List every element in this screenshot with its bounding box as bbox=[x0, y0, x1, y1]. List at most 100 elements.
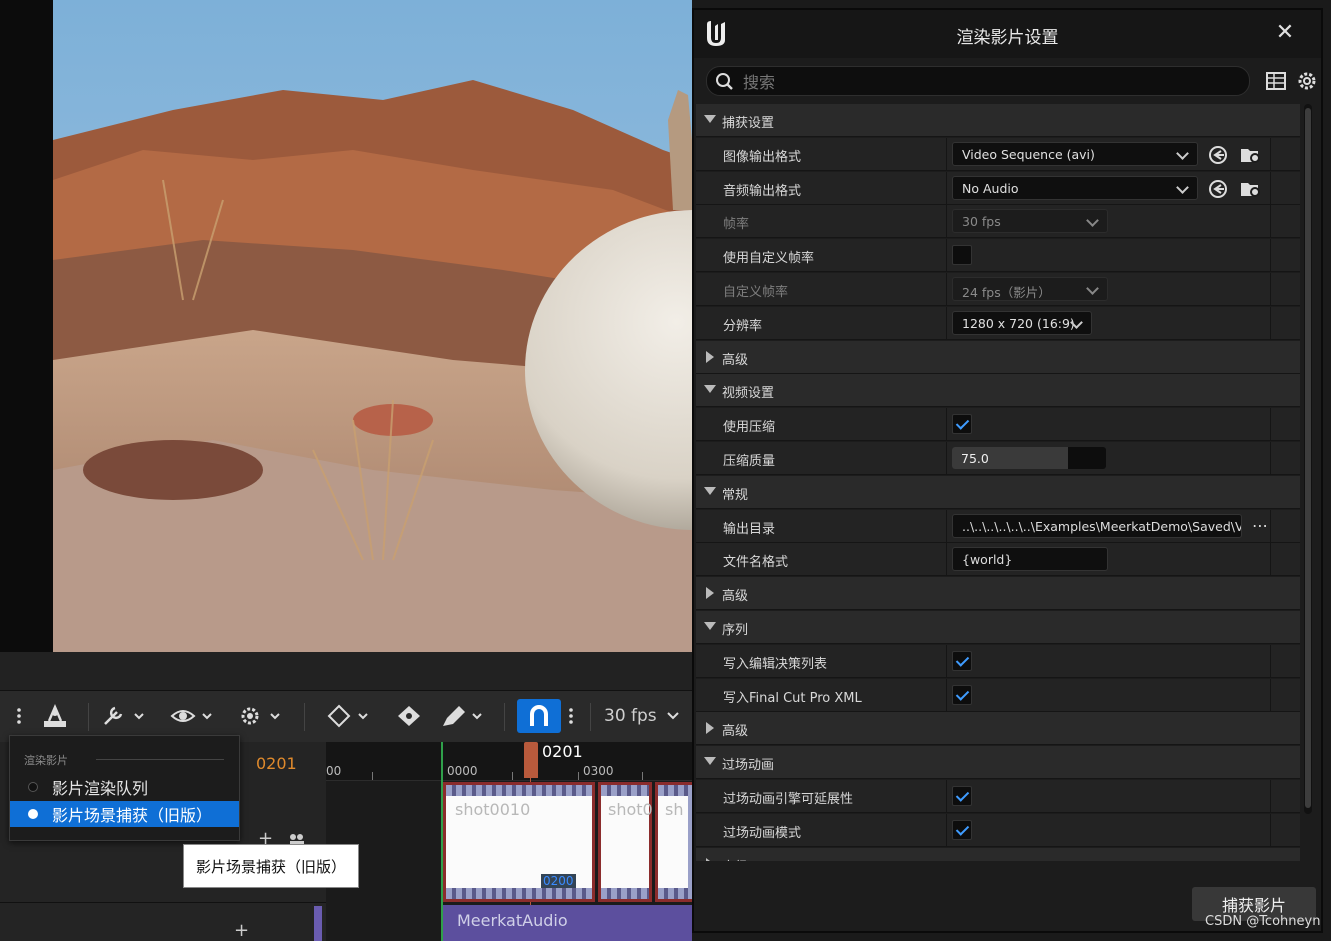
tooltip: 影片场景捕获（旧版） bbox=[183, 844, 359, 888]
ruler-label-0: 00 bbox=[326, 764, 342, 778]
property-label: 帧率 bbox=[723, 217, 750, 232]
use-selected-icon[interactable] bbox=[1208, 179, 1228, 199]
browse-more-icon[interactable]: ⋯ bbox=[1252, 517, 1268, 535]
settings-gear-icon[interactable] bbox=[236, 701, 284, 731]
category-row[interactable]: 过场动画 bbox=[696, 746, 1300, 779]
checkbox[interactable] bbox=[952, 414, 972, 434]
quality-slider[interactable]: 75.0 bbox=[952, 447, 1106, 469]
collapsed-arrow-icon[interactable] bbox=[706, 587, 714, 599]
expanded-arrow-icon[interactable] bbox=[704, 115, 716, 123]
keyframe-diamond-icon[interactable] bbox=[324, 701, 372, 731]
category-row[interactable]: 高级 bbox=[696, 848, 1300, 861]
current-frame-display[interactable]: 0201 bbox=[256, 754, 297, 773]
menu-item-render-queue[interactable]: 影片渲染队列 bbox=[10, 774, 239, 800]
category-label: 高级 bbox=[722, 589, 749, 604]
property-label: 文件名格式 bbox=[723, 555, 789, 570]
value-dropdown[interactable]: 30 fps bbox=[952, 209, 1108, 233]
category-label: 高级 bbox=[722, 353, 749, 368]
category-row[interactable]: 高级 bbox=[696, 577, 1300, 610]
browse-folder-icon[interactable] bbox=[1240, 179, 1260, 199]
audio-section[interactable]: MeerkatAudio bbox=[443, 905, 692, 941]
property-label: 使用压缩 bbox=[723, 420, 776, 435]
close-icon[interactable]: ✕ bbox=[1274, 22, 1296, 45]
property-scrollbar[interactable] bbox=[1304, 104, 1312, 814]
property-row: 文件名格式 {world} bbox=[696, 543, 1300, 576]
property-label: 写入Final Cut Pro XML bbox=[723, 691, 862, 706]
value-dropdown[interactable]: 1280 x 720 (16:9) bbox=[952, 311, 1092, 335]
render-movie-icon[interactable] bbox=[38, 701, 72, 731]
checkbox[interactable] bbox=[952, 651, 972, 671]
property-row: 自定义帧率 24 fps（影片） bbox=[696, 273, 1300, 306]
snap-options-icon[interactable] bbox=[566, 701, 576, 731]
category-row[interactable]: 常规 bbox=[696, 476, 1300, 509]
property-row: 过场动画引擎可延展性 bbox=[696, 780, 1300, 813]
category-row[interactable]: 高级 bbox=[696, 712, 1300, 745]
dialog-title-bar: 渲染影片设置 ✕ bbox=[694, 10, 1321, 58]
category-row[interactable]: 捕获设置 bbox=[696, 104, 1300, 137]
shot-section[interactable]: shot0010 0200 bbox=[443, 782, 595, 902]
expanded-arrow-icon[interactable] bbox=[704, 622, 716, 630]
visibility-eye-icon[interactable] bbox=[168, 701, 216, 731]
timeline-tracks[interactable]: 00 0000 0300 0201 shot0010 0200 shot0 sh bbox=[326, 742, 692, 941]
menu-item-scene-capture-legacy[interactable]: 影片场景捕获（旧版） bbox=[10, 801, 239, 827]
fps-dropdown[interactable]: 30 fps bbox=[604, 701, 688, 731]
category-row[interactable]: 高级 bbox=[696, 341, 1300, 374]
viewport-scene-image bbox=[53, 0, 692, 652]
text-field[interactable]: {world} bbox=[952, 547, 1108, 571]
checkbox[interactable] bbox=[952, 245, 972, 265]
category-row[interactable]: 序列 bbox=[696, 611, 1300, 644]
property-row: 音频输出格式 No Audio bbox=[696, 172, 1300, 205]
text-field-value: {world} bbox=[962, 552, 1013, 567]
snap-magnet-icon[interactable] bbox=[517, 699, 561, 733]
settings-gear-icon[interactable] bbox=[1296, 70, 1318, 92]
collapsed-arrow-icon[interactable] bbox=[706, 351, 714, 363]
property-row: 使用自定义帧率 bbox=[696, 239, 1300, 272]
browse-folder-icon[interactable] bbox=[1240, 145, 1260, 165]
key-tag-icon[interactable] bbox=[394, 701, 424, 731]
playhead-frame-label: 0201 bbox=[542, 742, 583, 761]
search-input[interactable] bbox=[741, 71, 1225, 93]
wrench-tools-icon[interactable] bbox=[100, 701, 148, 731]
property-row: 写入Final Cut Pro XML bbox=[696, 679, 1300, 712]
expanded-arrow-icon[interactable] bbox=[704, 385, 716, 393]
pencil-edit-icon[interactable] bbox=[438, 701, 486, 731]
checkbox[interactable] bbox=[952, 786, 972, 806]
search-field[interactable] bbox=[706, 66, 1250, 96]
shot-section[interactable]: shot0 bbox=[598, 782, 653, 902]
category-label: 过场动画 bbox=[722, 758, 775, 773]
property-label: 过场动画模式 bbox=[723, 826, 802, 841]
category-label: 序列 bbox=[722, 623, 749, 638]
text-field[interactable]: ..\..\..\..\..\..\Examples\MeerkatDemo\S… bbox=[952, 514, 1242, 538]
table-view-icon[interactable] bbox=[1266, 72, 1286, 90]
value-dropdown[interactable]: No Audio bbox=[952, 176, 1198, 200]
collapsed-arrow-icon[interactable] bbox=[706, 858, 714, 861]
add-audio-icon[interactable]: + bbox=[234, 922, 249, 940]
more-options-icon[interactable] bbox=[12, 701, 26, 731]
search-row bbox=[694, 58, 1321, 102]
shot-label: sh bbox=[665, 800, 684, 819]
level-viewport[interactable] bbox=[0, 0, 692, 652]
playhead[interactable] bbox=[524, 742, 538, 778]
property-label: 压缩质量 bbox=[723, 454, 776, 469]
checkbox[interactable] bbox=[952, 820, 972, 840]
category-row[interactable]: 视频设置 bbox=[696, 374, 1300, 407]
checkbox[interactable] bbox=[952, 685, 972, 705]
use-selected-icon[interactable] bbox=[1208, 145, 1228, 165]
value-dropdown[interactable]: Video Sequence (avi) bbox=[952, 142, 1198, 166]
category-label: 视频设置 bbox=[722, 386, 775, 401]
property-label: 音频输出格式 bbox=[723, 184, 802, 199]
dropdown-value: 30 fps bbox=[962, 214, 1001, 229]
shot-section[interactable]: sh bbox=[655, 782, 692, 902]
menu-header: 渲染影片 bbox=[24, 754, 68, 767]
expanded-arrow-icon[interactable] bbox=[704, 757, 716, 765]
ruler-label-2: 0300 bbox=[583, 764, 614, 778]
time-ruler[interactable]: 00 0000 0300 bbox=[326, 742, 692, 781]
property-label: 输出目录 bbox=[723, 522, 776, 537]
property-label: 自定义帧率 bbox=[723, 285, 789, 300]
expanded-arrow-icon[interactable] bbox=[704, 487, 716, 495]
value-dropdown[interactable]: 24 fps（影片） bbox=[952, 277, 1108, 301]
dropdown-value: Video Sequence (avi) bbox=[962, 147, 1095, 162]
collapsed-arrow-icon[interactable] bbox=[706, 722, 714, 734]
category-label: 捕获设置 bbox=[722, 116, 775, 131]
render-movie-settings-dialog: 渲染影片设置 ✕ 捕获设置图像输出格式 Video Sequence (avi) 音… bbox=[692, 8, 1323, 933]
